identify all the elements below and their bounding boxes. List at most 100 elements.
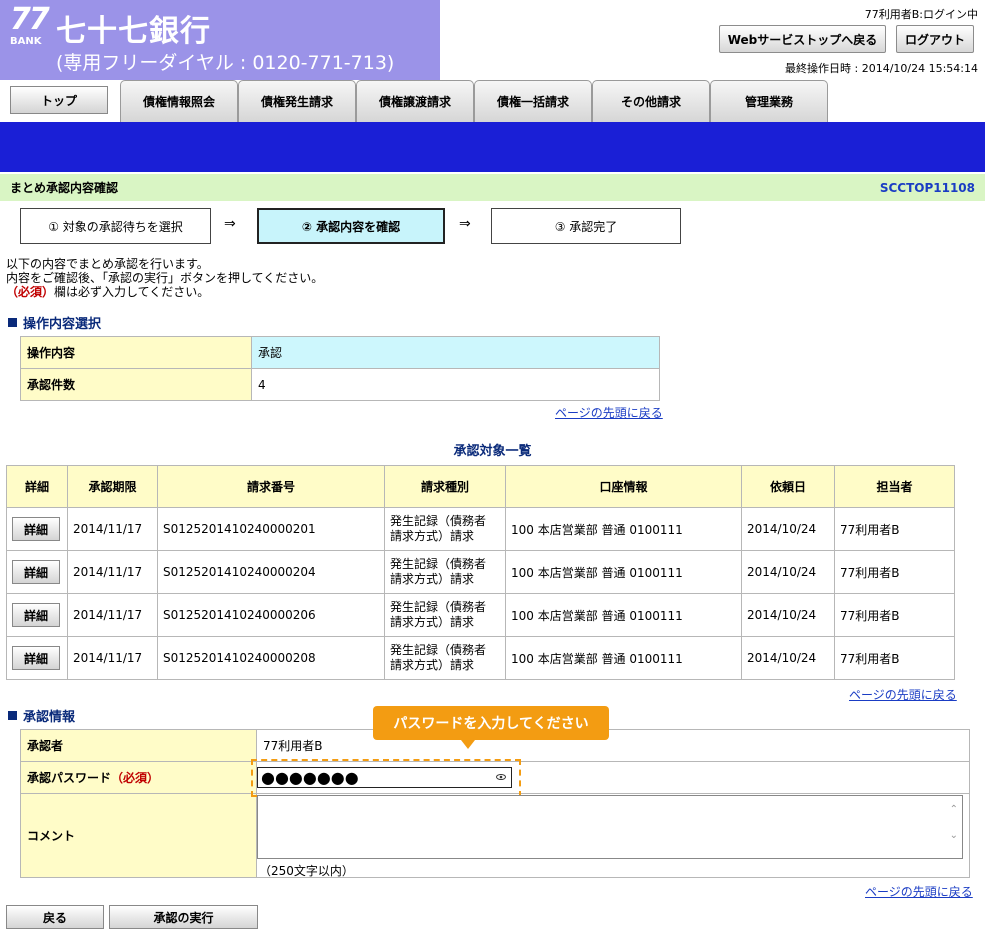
detail-button[interactable]: 詳細 — [12, 560, 60, 584]
scroll-up-icon[interactable]: ⌃ — [950, 804, 958, 815]
table-row: 詳細 2014/11/17 S0125201410240000204 発生記録（… — [6, 550, 955, 594]
op-type-value: 承認 — [251, 336, 660, 369]
col-header-account: 口座情報 — [505, 465, 742, 508]
kind-line: 請求方式）請求 — [390, 658, 475, 672]
required-mark: （必須） — [6, 285, 55, 299]
instruction-text: 欄は必ず入力してください。 — [54, 285, 210, 299]
request-date-cell: 2014/10/24 — [741, 550, 835, 594]
table-row: 操作内容 承認 — [20, 336, 660, 369]
kind-line: 請求方式）請求 — [390, 529, 475, 543]
main-tabs: 債権情報照会 債権発生請求 債権譲渡請求 債権一括請求 その他請求 管理業務 — [120, 80, 828, 122]
logout-button[interactable]: ログアウト — [896, 25, 974, 53]
col-header-detail: 詳細 — [6, 465, 68, 508]
deadline-cell: 2014/11/17 — [67, 507, 158, 551]
required-mark: （必須） — [111, 771, 160, 785]
nav-submenu-bar — [0, 122, 985, 172]
step-arrow: ⇒ — [224, 216, 236, 232]
tab-claim-issue[interactable]: 債権発生請求 — [238, 80, 356, 122]
page-top-link[interactable]: ページの先頭に戻る — [849, 686, 957, 703]
tab-claim-transfer[interactable]: 債権譲渡請求 — [356, 80, 474, 122]
detail-button[interactable]: 詳細 — [12, 603, 60, 627]
page-title: まとめ承認内容確認 — [10, 181, 119, 195]
last-operation-time: 最終操作日時 : 2014/10/24 15:54:14 — [785, 62, 978, 75]
request-number-cell: S0125201410240000206 — [157, 593, 385, 637]
page-title-bar: まとめ承認内容確認 SCCTOP11108 — [0, 174, 985, 201]
table-row: 詳細 2014/11/17 S0125201410240000201 発生記録（… — [6, 507, 955, 551]
person-cell: 77利用者B — [834, 636, 955, 680]
eye-icon[interactable] — [496, 773, 506, 781]
logo-77-mark: 77 — [10, 2, 50, 37]
step-arrow: ⇒ — [459, 216, 471, 232]
person-cell: 77利用者B — [834, 507, 955, 551]
account-cell: 100 本店営業部 普通 0100111 — [505, 593, 742, 637]
account-cell: 100 本店営業部 普通 0100111 — [505, 636, 742, 680]
detail-cell: 詳細 — [6, 636, 68, 680]
web-service-top-button[interactable]: Webサービストップへ戻る — [719, 25, 886, 53]
square-bullet-icon — [8, 318, 17, 327]
detail-button[interactable]: 詳細 — [12, 646, 60, 670]
request-date-cell: 2014/10/24 — [741, 636, 835, 680]
detail-cell: 詳細 — [6, 593, 68, 637]
request-kind-cell: 発生記録（債務者 請求方式）請求 — [384, 507, 506, 551]
password-label: 承認パスワード — [27, 771, 112, 785]
approver-label: 承認者 — [20, 729, 257, 762]
callout-tail — [461, 740, 475, 749]
request-number-cell: S0125201410240000204 — [157, 550, 385, 594]
comment-limit-note: （250文字以内） — [259, 864, 354, 878]
section-title: 承認情報 — [23, 710, 76, 725]
tab-claim-bulk[interactable]: 債権一括請求 — [474, 80, 592, 122]
dial-number: (専用フリーダイヤル : 0120-771-713) — [56, 52, 395, 74]
execute-approval-button[interactable]: 承認の実行 — [109, 905, 258, 929]
col-header-request-kind: 請求種別 — [384, 465, 506, 508]
request-number-cell: S0125201410240000201 — [157, 507, 385, 551]
kind-line: 発生記録（債務者 — [390, 557, 487, 571]
instructions: 以下の内容でまとめ承認を行います。 内容をご確認後、「承認の実行」ボタンを押して… — [6, 257, 323, 299]
table-row: 詳細 2014/11/17 S0125201410240000206 発生記録（… — [6, 593, 955, 637]
page-top-link[interactable]: ページの先頭に戻る — [865, 883, 973, 900]
login-status: 77利用者B:ログイン中 — [864, 8, 978, 21]
request-date-cell: 2014/10/24 — [741, 593, 835, 637]
kind-line: 発生記録（債務者 — [390, 514, 487, 528]
op-content-table: 操作内容 承認 承認件数 4 — [20, 336, 660, 401]
password-callout: パスワードを入力してください — [373, 706, 609, 740]
password-mask: ●●●●●●● — [261, 768, 359, 787]
table-header-row: 詳細 承認期限 請求番号 請求種別 口座情報 依頼日 担当者 — [6, 465, 955, 508]
account-cell: 100 本店営業部 普通 0100111 — [505, 550, 742, 594]
approval-password-input[interactable]: ●●●●●●● — [257, 767, 512, 788]
square-bullet-icon — [8, 711, 17, 720]
detail-button[interactable]: 詳細 — [12, 517, 60, 541]
person-cell: 77利用者B — [834, 550, 955, 594]
comment-label: コメント — [20, 793, 257, 878]
approval-list-title: 承認対象一覧 — [453, 444, 532, 459]
scroll-down-icon[interactable]: ⌄ — [950, 830, 958, 841]
detail-cell: 詳細 — [6, 550, 68, 594]
step-approval-complete: ③ 承認完了 — [491, 208, 681, 244]
tab-management[interactable]: 管理業務 — [710, 80, 828, 122]
col-header-deadline: 承認期限 — [67, 465, 158, 508]
kind-line: 請求方式）請求 — [390, 615, 475, 629]
tab-claim-inquiry[interactable]: 債権情報照会 — [120, 80, 238, 122]
bank-logo-area: 77 BANK 七十七銀行 (専用フリーダイヤル : 0120-771-713) — [0, 0, 440, 80]
op-type-label: 操作内容 — [20, 336, 252, 369]
page-top-link[interactable]: ページの先頭に戻る — [555, 404, 663, 421]
col-header-request-date: 依頼日 — [741, 465, 835, 508]
tab-top[interactable]: トップ — [10, 86, 108, 114]
section-title: 操作内容選択 — [23, 317, 102, 332]
request-number-cell: S0125201410240000208 — [157, 636, 385, 680]
request-date-cell: 2014/10/24 — [741, 507, 835, 551]
kind-line: 請求方式）請求 — [390, 572, 475, 586]
kind-line: 発生記録（債務者 — [390, 600, 487, 614]
screen-id: SCCTOP11108 — [879, 180, 975, 195]
approver-value: 77利用者B — [256, 729, 970, 762]
op-section-heading: 操作内容選択 — [8, 313, 101, 332]
approval-count-label: 承認件数 — [20, 368, 252, 401]
tab-other-requests[interactable]: その他請求 — [592, 80, 710, 122]
approval-count-value: 4 — [251, 368, 660, 401]
account-cell: 100 本店営業部 普通 0100111 — [505, 507, 742, 551]
deadline-cell: 2014/11/17 — [67, 636, 158, 680]
approval-list-table: 詳細 承認期限 請求番号 請求種別 口座情報 依頼日 担当者 詳細 2014/1… — [6, 465, 955, 680]
kind-line: 発生記録（債務者 — [390, 643, 487, 657]
back-button[interactable]: 戻る — [6, 905, 104, 929]
step-select-target: ① 対象の承認待ちを選択 — [20, 208, 211, 244]
comment-textarea[interactable]: ⌃ ⌄ — [257, 795, 963, 859]
